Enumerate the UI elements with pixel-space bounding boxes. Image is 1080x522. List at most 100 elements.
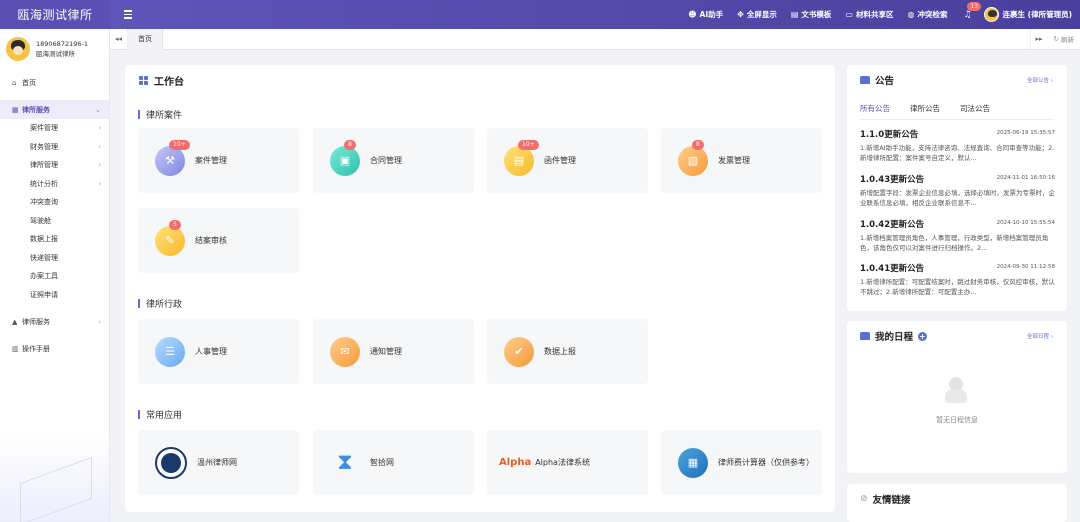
tab-all-announcements[interactable]: 所有公告	[860, 103, 890, 120]
sidebar-item-express[interactable]: 快递管理	[0, 249, 109, 268]
globe-icon: ◍	[907, 10, 915, 19]
notification-bell-icon[interactable]: ♫ 13	[963, 1, 982, 20]
case-closing-review-card[interactable]: ✎ 5 结案审核	[138, 208, 299, 273]
refresh-icon: ↻	[1053, 35, 1059, 43]
person-icon: ☰	[155, 336, 185, 367]
sidebar-item-firm-service[interactable]: ▦ 律所服务 ⌄	[0, 100, 109, 119]
sidebar-item-manual[interactable]: ▥ 操作手册	[0, 339, 109, 358]
sidebar: 18906872196-1 瓯海测试律所 ⌂ 首页 ▦ 律所服务 ⌄ 案件管理 ‹ 财务…	[0, 29, 110, 522]
fee-calculator-card[interactable]: ▦ 律师费计算器（仅供参考）	[661, 430, 822, 495]
lawyer-association-seal-icon	[155, 446, 187, 479]
announcement-item[interactable]: 1.1.0更新公告 2025-06-19 15:35:57 1.新增AI助手功能…	[860, 128, 1055, 163]
tab-judicial-announcements[interactable]: 司法公告	[960, 103, 990, 120]
empty-schedule-text: 暂无日程信息	[936, 416, 978, 424]
announcement-item[interactable]: 1.0.42更新公告 2024-10-10 15:55:54 1.新增档案管理员…	[860, 218, 1055, 253]
workbench-panel: 工作台 律所案件 ⚒ 10+ 案件管理 ▣ 8 合同管理 ▤ 10+ 函件管理 ▧ 8 …	[125, 65, 835, 512]
tabs-scroll-left-icon[interactable]: ◂◂	[110, 28, 128, 50]
sidebar-item-statistics[interactable]: 统计分析 ‹	[0, 175, 109, 194]
ai-assistant-button[interactable]: ☻ AI助手	[688, 9, 723, 20]
sidebar-item-home[interactable]: ⌂ 首页	[0, 73, 109, 92]
book-icon: ▥	[12, 344, 19, 353]
sidebar-item-cockpit[interactable]: 驾驶舱	[0, 212, 109, 231]
chevron-left-icon: ‹	[98, 142, 101, 151]
robot-icon: ☻	[688, 10, 697, 19]
calendar-check-icon: ✔	[504, 336, 534, 367]
contract-icon: ▣ 8	[330, 139, 360, 176]
zhishi-card[interactable]: ⧗ 智拾网	[313, 430, 474, 495]
fullscreen-button[interactable]: ✥ 全屏显示	[737, 9, 777, 20]
sidebar-item-finance-management[interactable]: 财务管理 ‹	[0, 138, 109, 157]
sidebar-item-license[interactable]: 证照申请	[0, 286, 109, 305]
document-template-button[interactable]: ▤ 文书模板	[791, 9, 832, 20]
sidebar-decoration	[0, 432, 109, 522]
menu-toggle-icon[interactable]	[124, 0, 144, 29]
invoice-management-card[interactable]: ▧ 8 发票管理	[661, 128, 822, 193]
announcement-item[interactable]: 1.0.41更新公告 2024-09-30 11:12:58 1.新增律所配置：…	[860, 262, 1055, 297]
add-schedule-button[interactable]: +	[918, 331, 928, 341]
chevron-left-icon: ‹	[98, 317, 101, 326]
briefcase-icon	[860, 332, 870, 340]
building-icon: ▦	[12, 105, 19, 114]
alpha-logo: Alpha	[499, 457, 532, 468]
material-share-button[interactable]: ▭ 材料共享区	[845, 9, 893, 20]
announcement-item[interactable]: 1.0.43更新公告 2024-11-01 16:50:16 新增配置字段：发票…	[860, 173, 1055, 208]
letter-icon: ▤ 10+	[504, 139, 539, 176]
all-announcements-link[interactable]: 全部公告 ›	[1027, 76, 1053, 84]
avatar	[6, 37, 30, 61]
top-bar: ☻ AI助手 ✥ 全屏显示 ▤ 文书模板 ▭ 材料共享区 ◍ 冲突检索 ♫ 13 连裹生 (…	[110, 0, 1080, 29]
case-management-card[interactable]: ⚒ 10+ 案件管理	[138, 128, 299, 193]
fullscreen-icon: ✥	[737, 10, 744, 19]
link-icon: ⊘	[860, 494, 868, 504]
hourglass-icon: ⧗	[337, 450, 353, 475]
tabs-bar: ◂◂ 首页 ▸▸ ↻ 刷新	[110, 28, 1080, 50]
sidebar-item-firm-management[interactable]: 律所管理 ‹	[0, 156, 109, 175]
user-phone: 18906872196-1	[36, 40, 88, 48]
notification-count-badge: 13	[967, 1, 982, 11]
user-name: 连裹生 (律所管理员)	[1002, 10, 1072, 19]
sidebar-item-lawyer-service[interactable]: ▲ 律师服务 ‹	[0, 312, 109, 331]
all-schedules-link[interactable]: 全部日程 ›	[1027, 332, 1053, 340]
tabs-scroll-right-icon[interactable]: ▸▸	[1029, 28, 1048, 50]
announcement-panel: 公告 全部公告 › 所有公告 律所公告 司法公告 1.1.0更新公告 2025-…	[847, 65, 1067, 311]
count-badge: 10+	[518, 139, 539, 150]
invoice-icon: ▧ 8	[678, 139, 708, 176]
empty-state-icon	[941, 375, 971, 405]
hr-management-card[interactable]: ☰ 人事管理	[138, 319, 299, 384]
chevron-left-icon: ‹	[98, 161, 101, 170]
briefcase-icon	[860, 76, 870, 84]
graduation-cap-icon: ▲	[12, 317, 18, 326]
user-firm: 瓯海测试律所	[36, 50, 75, 58]
contract-management-card[interactable]: ▣ 8 合同管理	[313, 128, 474, 193]
tab-firm-announcements[interactable]: 律所公告	[910, 103, 940, 120]
schedule-title: 我的日程 +	[860, 329, 928, 343]
conflict-search-button[interactable]: ◍ 冲突检索	[907, 9, 947, 20]
count-badge: 8	[344, 139, 356, 150]
refresh-button[interactable]: ↻ 刷新	[1048, 34, 1080, 44]
chevron-down-icon: ⌄	[95, 105, 101, 114]
tab-home[interactable]: 首页	[128, 28, 163, 50]
sidebar-user: 18906872196-1 瓯海测试律所	[0, 29, 109, 69]
top-nav: ☻ AI助手 ✥ 全屏显示 ▤ 文书模板 ▭ 材料共享区 ◍ 冲突检索 ♫ 13 连裹生 (…	[674, 0, 1080, 29]
sidebar-item-case-tools[interactable]: 办案工具	[0, 267, 109, 286]
document-icon: ▤	[790, 10, 799, 19]
folder-icon: ▭	[845, 10, 853, 19]
page-title: 工作台	[139, 73, 184, 88]
grid-icon	[139, 76, 148, 85]
sidebar-item-conflict-query[interactable]: 冲突查询	[0, 193, 109, 212]
sidebar-item-data-report[interactable]: 数据上报	[0, 230, 109, 249]
section-common-apps: 常用应用	[138, 408, 182, 421]
data-report-card[interactable]: ✔ 数据上报	[487, 319, 648, 384]
message-icon: ✉	[330, 336, 360, 367]
count-badge: 8	[692, 139, 704, 150]
sidebar-item-case-management[interactable]: 案件管理 ‹	[0, 119, 109, 138]
schedule-panel: 我的日程 + 全部日程 › 暂无日程信息	[847, 321, 1067, 473]
review-icon: ✎ 5	[155, 219, 185, 256]
wenzhou-lawyer-card[interactable]: 温州律师网	[138, 430, 299, 495]
alpha-legal-card[interactable]: Alpha Alpha法律系统	[487, 430, 648, 495]
user-menu[interactable]: 连裹生 (律所管理员)	[983, 7, 1072, 22]
links-title: ⊘ 友情链接	[860, 494, 911, 506]
notice-management-card[interactable]: ✉ 通知管理	[313, 319, 474, 384]
announcement-title: 公告	[860, 73, 894, 87]
letter-management-card[interactable]: ▤ 10+ 函件管理	[487, 128, 648, 193]
count-badge: 10+	[169, 139, 190, 150]
